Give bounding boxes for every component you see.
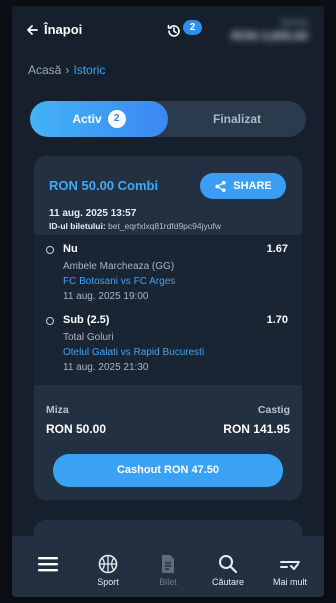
- ticket-id-label: ID-ul biletului:: [49, 221, 106, 231]
- balance-display[interactable]: Balanța RON 3,805.60: [208, 18, 308, 48]
- stake-label: Miza: [46, 404, 69, 416]
- selection-market: Ambele Marcheaza (GG): [63, 261, 175, 272]
- nav-sport-label: Sport: [97, 577, 119, 587]
- nav-bilet-label: Bilet: [159, 577, 177, 587]
- bottom-nav: Sport Bilet Căutare Mai mult: [12, 536, 324, 597]
- balance-label: Balanța: [280, 18, 308, 27]
- top-bar: Înapoi 2 Balanța RON 3,805.60: [12, 6, 324, 56]
- tab-finalizat[interactable]: Finalizat: [168, 101, 306, 137]
- selection-time: 11 aug. 2025 21:30: [63, 362, 149, 373]
- tab-activ-label: Activ: [72, 112, 102, 126]
- status-circle-icon: [46, 246, 54, 254]
- stake-summary: Miza RON 50.00 Castig RON 141.95: [34, 386, 302, 436]
- status-circle-icon: [46, 317, 54, 325]
- history-count-badge: 2: [183, 20, 202, 35]
- balance-value: RON 3,805.60: [231, 29, 308, 43]
- menu-icon: [38, 557, 58, 572]
- history-icon: [167, 24, 180, 37]
- breadcrumb-home[interactable]: Acasă: [28, 63, 61, 77]
- selection-pick: Sub (2.5): [63, 314, 110, 326]
- nav-sport[interactable]: Sport: [88, 536, 128, 597]
- share-label: SHARE: [233, 180, 272, 192]
- cashout-button[interactable]: Cashout RON 47.50: [53, 454, 283, 487]
- app-screen: Înapoi 2 Balanța RON 3,805.60 Acasă › Is…: [12, 6, 324, 597]
- stake-value: RON 50.00: [46, 422, 107, 436]
- selection-match-link[interactable]: FC Botosani vs FC Arges: [63, 276, 175, 287]
- selection-match-link[interactable]: Otelul Galati vs Rapid Bucuresti: [63, 347, 204, 358]
- selection-time: 11 aug. 2025 19:00: [63, 291, 149, 302]
- bet-title: RON 50.00 Combi: [49, 178, 159, 193]
- arrow-left-icon: [27, 24, 38, 35]
- selection-market: Total Goluri: [63, 332, 114, 343]
- selection-item: Sub (2.5) 1.70 Total Goluri Otelul Galat…: [34, 312, 302, 378]
- bet-card: RON 50.00 Combi SHARE 11 aug. 2025 13:57…: [34, 156, 302, 500]
- bet-status-tabs: Activ 2 Finalizat: [30, 101, 306, 137]
- search-icon: [219, 555, 238, 574]
- back-label: Înapoi: [44, 22, 83, 37]
- nav-mai-mult-label: Mai mult: [272, 577, 307, 587]
- selection-pick: Nu: [63, 243, 78, 255]
- breadcrumb-current: Istoric: [73, 63, 106, 77]
- nav-mai-mult[interactable]: Mai mult: [266, 536, 314, 597]
- selection-odds: 1.67: [266, 243, 288, 255]
- ticket-id-value: bet_eqrfxlxq81rdfd9pc94jyufw: [108, 221, 221, 231]
- basketball-icon: [98, 554, 118, 574]
- ticket-id: ID-ul biletului: bet_eqrfxlxq81rdfd9pc94…: [49, 221, 221, 231]
- history-button[interactable]: 2: [166, 20, 206, 43]
- tab-activ-badge: 2: [107, 110, 126, 128]
- selections-list: Nu 1.67 Ambele Marcheaza (GG) FC Botosan…: [34, 235, 302, 386]
- back-button[interactable]: Înapoi: [26, 22, 82, 37]
- more-icon: [280, 561, 300, 570]
- nav-cautare[interactable]: Căutare: [206, 536, 250, 597]
- bet-date: 11 aug. 2025 13:57: [49, 208, 137, 219]
- selection-item: Nu 1.67 Ambele Marcheaza (GG) FC Botosan…: [34, 241, 302, 307]
- share-button[interactable]: SHARE: [200, 173, 286, 199]
- breadcrumb: Acasă › Istoric: [28, 63, 105, 77]
- tab-activ[interactable]: Activ 2: [30, 101, 168, 137]
- chevron-right-icon: ›: [65, 63, 70, 77]
- nav-cautare-label: Căutare: [211, 577, 245, 587]
- nav-menu[interactable]: [30, 536, 66, 597]
- ticket-icon: [162, 555, 174, 573]
- share-icon: [215, 180, 226, 192]
- potential-win-label: Castig: [257, 404, 290, 416]
- potential-win-value: RON 141.95: [223, 422, 290, 436]
- selection-odds: 1.70: [266, 314, 288, 326]
- nav-bilet[interactable]: Bilet: [148, 536, 188, 597]
